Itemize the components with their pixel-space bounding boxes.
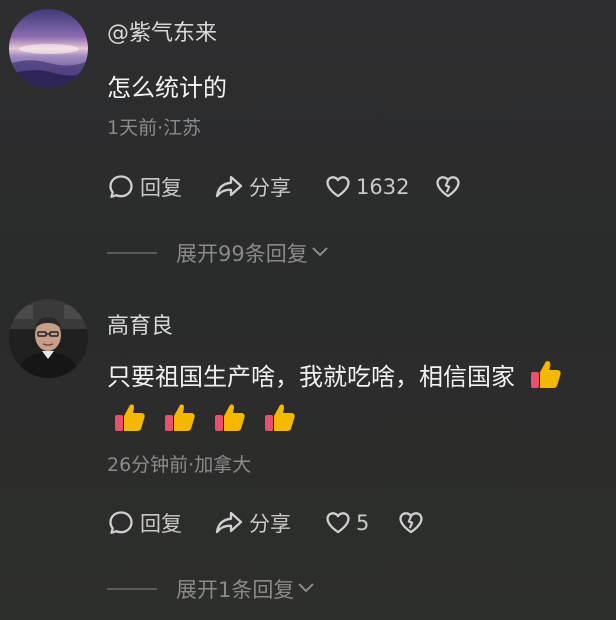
share-label: 分享 <box>249 176 291 200</box>
thumbs-up-emoji <box>529 359 563 397</box>
chevron-down-icon <box>310 241 330 266</box>
thumbs-up-emoji <box>113 402 147 438</box>
comment-meta: 26分钟前·加拿大 <box>107 454 252 476</box>
expand-replies[interactable]: 展开99条回复 <box>107 240 330 266</box>
comment-meta: 1天前·江苏 <box>107 117 202 139</box>
broken-heart-icon <box>397 509 425 537</box>
reply-button[interactable]: 回复 <box>107 172 182 202</box>
dislike-button[interactable] <box>397 508 425 538</box>
comment-text-content: 只要祖国生产啥，我就吃啥，相信国家 <box>107 363 515 391</box>
expand-replies-label: 展开1条回复 <box>176 578 295 602</box>
share-button[interactable]: 分享 <box>213 172 291 202</box>
heart-icon <box>324 173 352 201</box>
expand-replies[interactable]: 展开1条回复 <box>107 576 316 602</box>
dislike-button[interactable] <box>434 172 462 202</box>
like-button[interactable]: 1632 <box>324 172 409 202</box>
avatar[interactable] <box>9 299 88 378</box>
username[interactable]: 高育良 <box>107 308 173 340</box>
share-label: 分享 <box>249 512 291 536</box>
reply-label: 回复 <box>140 176 182 200</box>
comment-text: 只要祖国生产啥，我就吃啥，相信国家 <box>107 357 563 397</box>
reply-button[interactable]: 回复 <box>107 508 182 538</box>
divider-line <box>107 588 157 590</box>
chevron-down-icon <box>296 577 316 602</box>
like-count: 5 <box>356 511 370 535</box>
username[interactable]: @紫气东来 <box>107 15 217 47</box>
like-count: 1632 <box>356 175 410 199</box>
comment-bubble-icon <box>107 509 135 537</box>
share-button[interactable]: 分享 <box>213 508 291 538</box>
thumbs-up-emoji <box>263 402 297 438</box>
thumbs-up-emoji <box>213 402 247 438</box>
share-arrow-icon <box>213 509 245 537</box>
comment-bubble-icon <box>107 173 135 201</box>
thumbs-up-emoji <box>163 402 197 438</box>
avatar[interactable] <box>9 9 88 88</box>
like-button[interactable]: 5 <box>324 508 369 538</box>
heart-icon <box>324 509 352 537</box>
comment-text: 怎么统计的 <box>107 74 227 102</box>
divider-line <box>107 252 157 254</box>
expand-replies-label: 展开99条回复 <box>176 242 308 266</box>
emoji-row <box>113 402 297 438</box>
broken-heart-icon <box>434 173 462 201</box>
reply-label: 回复 <box>140 512 182 536</box>
share-arrow-icon <box>213 173 245 201</box>
